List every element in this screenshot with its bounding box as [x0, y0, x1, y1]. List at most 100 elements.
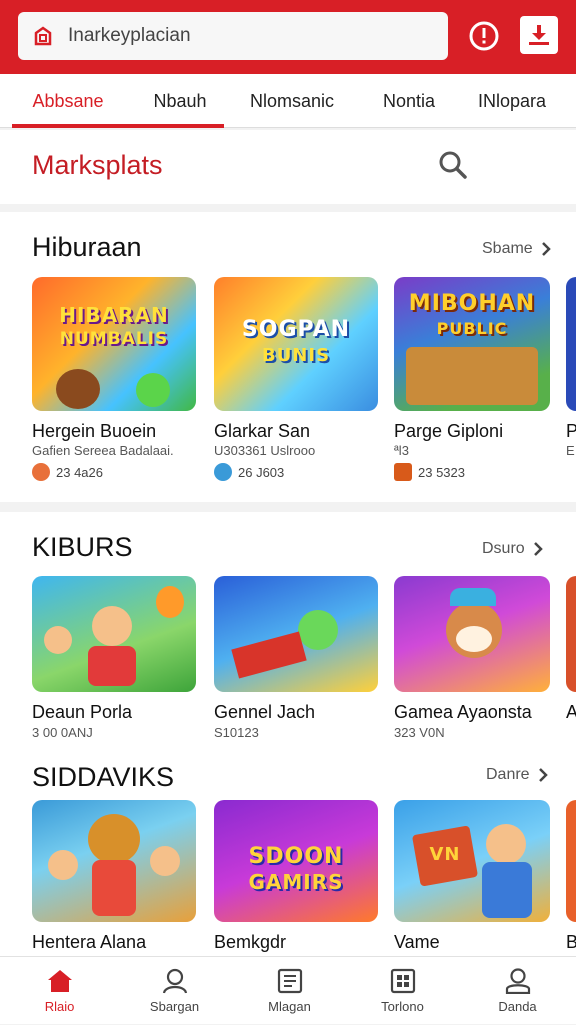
game-card[interactable]: Gamea Ayaonsta 323 V0N — [394, 576, 550, 746]
card-subtitle: U303361 Uslrooo — [214, 443, 316, 458]
game-card[interactable]: SDOON GAMIRS Bemkgdr — [214, 800, 378, 956]
tab-inlopara[interactable]: INlopara — [462, 74, 562, 128]
nav-label: Torlono — [381, 999, 424, 1014]
download-icon — [529, 25, 549, 45]
see-more-link[interactable]: Dsuro — [482, 540, 543, 558]
card-name: Gamea Ayaonsta — [394, 702, 532, 722]
notification-button[interactable] — [520, 16, 558, 54]
nav-profile[interactable]: Danda — [460, 957, 575, 1025]
profile-icon — [505, 968, 530, 994]
game-card[interactable]: VN Vame — [394, 800, 550, 956]
nav-label: Sbargan — [149, 999, 200, 1014]
thumbnail-subtitle: BUNIS — [261, 345, 331, 366]
card-subtitle: 3 00 0ANJ — [32, 725, 93, 740]
bottom-navigation: Rlaio Sbargan Mlagan Torlono Danda — [0, 956, 576, 1024]
thumbnail-title: VN — [429, 844, 461, 865]
game-thumbnail: HIBARAN NUMBALIS — [32, 277, 196, 411]
card-name: P — [566, 421, 576, 441]
card-subtitle: S10123 — [214, 725, 259, 740]
card-meta: 23 5323 — [394, 463, 465, 481]
game-thumbnail — [566, 277, 576, 411]
person-outline-icon — [162, 968, 187, 994]
nav-label: Mlagan — [268, 999, 311, 1014]
category-tabs: Abbsane Nbauh Nlomsanic Nontia INlopara — [0, 74, 576, 128]
game-thumbnail — [394, 576, 550, 692]
card-name: Hergein Buoein — [32, 421, 157, 441]
document-icon — [277, 968, 302, 994]
card-name: A — [566, 702, 576, 722]
see-more-label: Danre — [486, 766, 530, 783]
card-subtitle: 323 V0N — [394, 725, 445, 740]
search-icon[interactable] — [438, 150, 468, 180]
tab-nbauh[interactable]: Nbauh — [124, 74, 236, 128]
chevron-right-icon — [541, 242, 551, 256]
chevron-right-icon — [533, 542, 543, 556]
search-bar[interactable]: Inarkeyplacian — [18, 12, 448, 60]
thumbnail-title: SDOON — [248, 844, 344, 869]
game-thumbnail — [566, 800, 576, 922]
card-subtitle: ªl3 — [394, 443, 409, 458]
chevron-right-icon — [538, 768, 548, 782]
card-name: Parge Giploni — [394, 421, 504, 441]
globe-icon — [214, 463, 232, 481]
game-thumbnail: SOGPAN BUNIS — [214, 277, 378, 411]
see-more-label: Sbame — [482, 240, 533, 257]
see-more-label: Dsuro — [482, 540, 525, 557]
home-icon — [47, 970, 72, 992]
nav-label: Danda — [498, 999, 537, 1014]
section-title: SIDDAVIKS — [32, 762, 175, 792]
game-card[interactable]: Hentera Alana — [32, 800, 196, 956]
active-tab-indicator — [12, 124, 224, 128]
game-thumbnail — [566, 576, 576, 692]
game-card[interactable]: HIBARAN NUMBALIS Hergein Buoein Gafien S… — [32, 277, 196, 487]
game-card[interactable]: Gennel Jach S10123 — [214, 576, 378, 746]
card-name: Hentera Alana — [32, 932, 147, 952]
game-thumbnail — [32, 576, 196, 692]
section-title: KIBURS — [32, 532, 133, 562]
tab-abbsane[interactable]: Abbsane — [12, 74, 124, 128]
game-card[interactable]: B — [566, 800, 576, 956]
card-meta-value: 23 4a26 — [56, 464, 103, 480]
card-subtitle: E — [566, 443, 575, 458]
card-name: Deaun Porla — [32, 702, 133, 722]
thumbnail-title: SOGPAN — [241, 317, 351, 342]
nav-label: Rlaio — [44, 999, 75, 1014]
nav-home[interactable]: Rlaio — [2, 957, 117, 1025]
tab-nlomsanic[interactable]: Nlomsanic — [236, 74, 348, 128]
game-thumbnail: VN — [394, 800, 550, 922]
section-title: Hiburaan — [32, 232, 142, 262]
card-meta-value: 23 5323 — [418, 464, 465, 480]
game-thumbnail — [32, 800, 196, 922]
info-button[interactable] — [465, 17, 503, 55]
thumbnail-title: MIBOHAN — [408, 291, 536, 316]
search-placeholder: Inarkeyplacian — [68, 25, 191, 46]
see-more-link[interactable]: Sbame — [482, 240, 551, 258]
game-card[interactable]: MIBOHAN PUBLIC Parge Giploni ªl3 23 5323 — [394, 277, 550, 487]
game-card[interactable]: Deaun Porla 3 00 0ANJ — [32, 576, 196, 746]
thumbnail-subtitle: NUMBALIS — [59, 329, 169, 349]
game-card[interactable]: P E — [566, 277, 576, 487]
page-header: Marksplats — [0, 130, 576, 204]
nav-tools[interactable]: Torlono — [345, 957, 460, 1025]
card-name: Gennel Jach — [214, 702, 316, 722]
alert-icon — [469, 21, 499, 51]
game-card[interactable]: SOGPAN BUNIS Glarkar San U303361 Uslrooo… — [214, 277, 378, 487]
card-name: Vame — [394, 932, 440, 952]
nav-pages[interactable]: Mlagan — [232, 957, 347, 1025]
game-thumbnail — [214, 576, 378, 692]
game-card[interactable]: A — [566, 576, 576, 746]
game-thumbnail: SDOON GAMIRS — [214, 800, 378, 922]
tab-nontia[interactable]: Nontia — [350, 74, 468, 128]
thumbnail-title: HIBARAN — [59, 303, 169, 327]
thumbnail-subtitle: PUBLIC — [436, 319, 508, 338]
card-meta-value: 26 J603 — [238, 464, 285, 480]
grid-icon — [390, 968, 415, 994]
card-name: Glarkar San — [214, 421, 311, 441]
card-meta: 23 4a26 — [32, 463, 103, 481]
package-icon — [394, 463, 412, 481]
thumbnail-subtitle: GAMIRS — [248, 870, 344, 894]
avatar-icon — [32, 463, 50, 481]
see-more-link[interactable]: Danre — [486, 766, 548, 784]
nav-search[interactable]: Sbargan — [117, 957, 232, 1025]
card-name: B — [566, 932, 576, 952]
